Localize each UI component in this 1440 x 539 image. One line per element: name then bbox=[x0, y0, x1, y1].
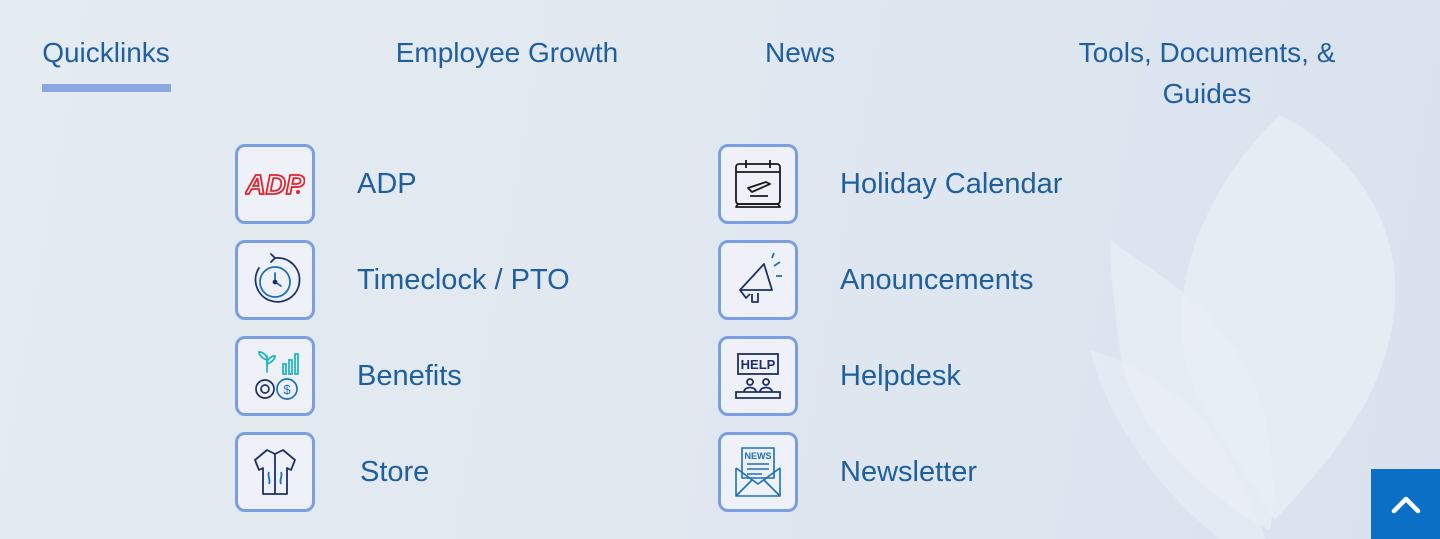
calendar-plane-icon bbox=[718, 144, 798, 224]
adp-logo-icon: ADP bbox=[235, 144, 315, 224]
tab-news[interactable]: News bbox=[758, 32, 842, 73]
link-store[interactable]: Store bbox=[235, 432, 429, 512]
help-sign-icon: HELP bbox=[718, 336, 798, 416]
megaphone-icon bbox=[718, 240, 798, 320]
link-label: Anouncements bbox=[840, 263, 1034, 296]
link-adp[interactable]: ADP ADP bbox=[235, 144, 417, 224]
tab-tools-documents-guides[interactable]: Tools, Documents, & Guides bbox=[1050, 32, 1364, 114]
link-label: Store bbox=[360, 455, 430, 488]
link-newsletter[interactable]: NEWS Newsletter bbox=[718, 432, 977, 512]
link-label: Holiday Calendar bbox=[840, 167, 1063, 200]
link-label: Helpdesk bbox=[840, 359, 961, 392]
svg-text:NEWS: NEWS bbox=[745, 451, 772, 461]
news-envelope-icon: NEWS bbox=[718, 432, 798, 512]
tab-quicklinks[interactable]: Quicklinks bbox=[38, 32, 174, 73]
chevron-up-icon bbox=[1391, 496, 1420, 514]
active-tab-indicator bbox=[42, 84, 171, 92]
link-label: Benefits bbox=[357, 359, 462, 392]
shirt-icon bbox=[235, 432, 315, 512]
benefits-growth-icon: $ bbox=[235, 336, 315, 416]
scroll-to-top-button[interactable] bbox=[1371, 469, 1440, 539]
clock-icon bbox=[235, 240, 315, 320]
link-anouncements[interactable]: Anouncements bbox=[718, 240, 1033, 320]
svg-text:ADP: ADP bbox=[245, 169, 305, 200]
link-label: Timeclock / PTO bbox=[357, 263, 570, 296]
tab-bar: Quicklinks Employee Growth News Tools, D… bbox=[0, 0, 1440, 120]
link-timeclock-pto[interactable]: Timeclock / PTO bbox=[235, 240, 570, 320]
svg-text:$: $ bbox=[283, 382, 291, 397]
link-benefits[interactable]: $ Benefits bbox=[235, 336, 462, 416]
link-helpdesk[interactable]: HELP Helpdesk bbox=[718, 336, 961, 416]
tab-employee-growth[interactable]: Employee Growth bbox=[385, 32, 629, 73]
svg-text:HELP: HELP bbox=[741, 357, 776, 372]
link-label: Newsletter bbox=[840, 455, 977, 488]
link-label: ADP bbox=[357, 167, 417, 200]
link-holiday-calendar[interactable]: Holiday Calendar bbox=[718, 144, 1062, 224]
